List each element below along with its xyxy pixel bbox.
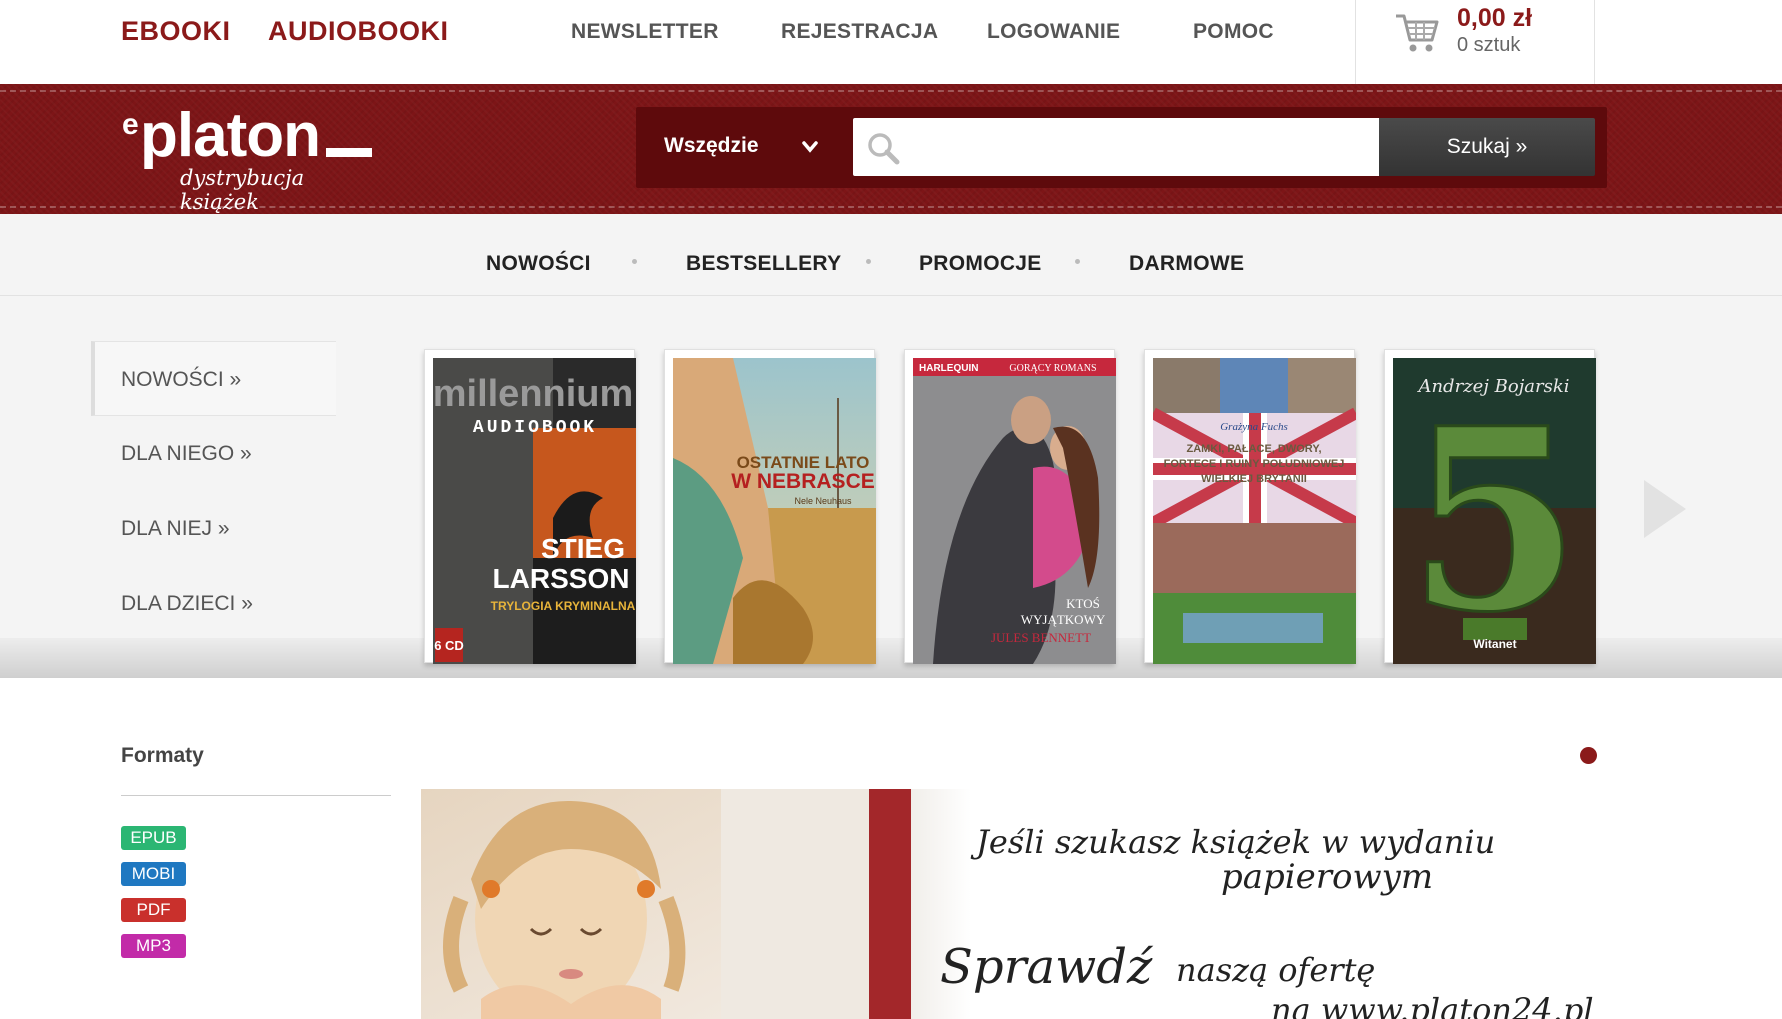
showcase-category-dla-niej[interactable]: DLA NIEJ » — [91, 491, 336, 566]
book-showcase: NOWOŚCI » DLA NIEGO » DLA NIEJ » DLA DZI… — [0, 296, 1782, 678]
registration-link[interactable]: REJESTRACJA — [781, 20, 938, 44]
carousel-next-arrow-icon[interactable] — [1640, 478, 1690, 540]
banner-line-3a: Sprawdź — [940, 939, 1153, 995]
chevron-down-icon — [802, 141, 818, 153]
book-cover-text: millennium — [433, 373, 633, 415]
format-badge-pdf[interactable]: PDF — [121, 898, 186, 922]
logo-name: platon — [140, 101, 321, 170]
cart-total: 0,00 zł — [1457, 4, 1533, 32]
book-cover-text: LARSSON — [493, 563, 630, 594]
book-cover: OSTATNIE LATO W NEBRASCE Nele Neuhaus — [673, 358, 876, 664]
logo-prefix: e — [122, 108, 139, 141]
cart-count: 0 sztuk — [1457, 34, 1521, 56]
book-cover-text: HARLEQUIN — [919, 363, 978, 374]
search-scope-dropdown[interactable]: Wszędzie — [636, 107, 853, 188]
promo-banner[interactable]: Jeśli szukasz książek w wydaniu papierow… — [421, 789, 1596, 1019]
top-bar: EBOOKI AUDIOBOOKI NEWSLETTER REJESTRACJA… — [0, 0, 1782, 84]
cart-widget[interactable]: 0,00 zł 0 sztuk — [1355, 0, 1595, 84]
banner-line-2: papierowym — [1221, 857, 1434, 897]
book-card[interactable]: Andrzej Bojarski 5 Witanet — [1384, 349, 1596, 664]
book-cover: Grażyna Fuchs ZAMKI, PAŁACE, DWORY, FORT… — [1153, 358, 1356, 664]
tab-darmowe[interactable]: DARMOWE — [1129, 252, 1244, 276]
nav-separator — [632, 259, 637, 264]
formats-title: Formaty — [121, 744, 204, 767]
search-input[interactable] — [853, 118, 1379, 176]
header: e platon dystrybucja książek Wszędzie Sz… — [0, 84, 1782, 214]
book-cover: millennium AUDIOBOOK STIEG LARSSON TRYLO… — [433, 358, 636, 664]
format-badge-mobi[interactable]: MOBI — [121, 862, 186, 886]
nav-separator — [1075, 259, 1080, 264]
book-cover-text: Witanet — [1473, 637, 1516, 651]
tab-promocje[interactable]: PROMOCJE — [919, 252, 1042, 276]
book-cover-text: ZAMKI, PAŁACE, DWORY, — [1186, 443, 1321, 455]
showcase-category-nowosci[interactable]: NOWOŚCI » — [91, 341, 336, 416]
book-cover-text: W NEBRASCE — [731, 470, 875, 493]
logo-underscore — [326, 148, 372, 157]
book-card[interactable]: OSTATNIE LATO W NEBRASCE Nele Neuhaus — [664, 349, 876, 664]
banner-stripe — [869, 789, 911, 1019]
ebooki-link[interactable]: EBOOKI — [121, 16, 231, 47]
book-cover-text: WIELKIEJ BRYTANII — [1201, 473, 1307, 485]
category-nav: NOWOŚCI BESTSELLERY PROMOCJE DARMOWE — [0, 214, 1782, 296]
book-cover-text: Nele Neuhaus — [794, 496, 852, 506]
book-cover: Andrzej Bojarski 5 Witanet — [1393, 358, 1596, 664]
format-badge-mp3[interactable]: MP3 — [121, 934, 186, 958]
book-cover-text: FORTECE I RUINY POŁUDNIOWEJ — [1164, 458, 1345, 470]
login-link[interactable]: LOGOWANIE — [987, 20, 1120, 44]
logo-tagline: dystrybucja książek — [180, 166, 305, 214]
help-link[interactable]: POMOC — [1193, 20, 1274, 44]
book-cover-text: JULES BENNETT — [991, 630, 1091, 645]
newsletter-link[interactable]: NEWSLETTER — [571, 20, 719, 44]
cart-icon — [1396, 14, 1439, 52]
tab-bestsellery[interactable]: BESTSELLERY — [686, 252, 841, 276]
book-cover-text: AUDIOBOOK — [473, 418, 597, 438]
book-cover-text: KTOŚ — [1066, 596, 1100, 611]
book-cover-text: TRYLOGIA KRYMINALNA — [491, 599, 636, 613]
banner-line-1: Jeśli szukasz książek w wydaniu — [976, 823, 1496, 861]
showcase-categories: NOWOŚCI » DLA NIEGO » DLA NIEJ » DLA DZI… — [91, 341, 336, 641]
book-cover-text: 6 CD — [434, 638, 464, 653]
audiobooki-link[interactable]: AUDIOBOOKI — [268, 16, 449, 47]
banner-line-4: na www.platon24.pl — [1271, 991, 1594, 1019]
book-cover-text: WYJĄTKOWY — [1021, 612, 1106, 627]
search-scope-value: Wszędzie — [664, 134, 759, 157]
book-cover: HARLEQUIN GORĄCY ROMANS KTOŚ WYJĄTKOWY J… — [913, 358, 1116, 664]
child-reading-image — [421, 789, 869, 1019]
book-card[interactable]: HARLEQUIN GORĄCY ROMANS KTOŚ WYJĄTKOWY J… — [904, 349, 1116, 664]
book-cover-text: GORĄCY ROMANS — [1009, 363, 1096, 374]
showcase-category-dla-dzieci[interactable]: DLA DZIECI » — [91, 566, 336, 641]
book-cover-text: Grażyna Fuchs — [1220, 421, 1288, 433]
search-button[interactable]: Szukaj » — [1379, 118, 1595, 176]
book-card[interactable]: millennium AUDIOBOOK STIEG LARSSON TRYLO… — [424, 349, 636, 664]
slider-dot[interactable] — [1580, 747, 1597, 764]
search-bar: Wszędzie Szukaj » — [636, 107, 1607, 188]
logo[interactable]: e platon dystrybucja książek — [118, 101, 378, 214]
book-card[interactable]: Grażyna Fuchs ZAMKI, PAŁACE, DWORY, FORT… — [1144, 349, 1356, 664]
nav-separator — [866, 259, 871, 264]
book-cover-text: STIEG — [541, 533, 625, 564]
showcase-category-dla-niego[interactable]: DLA NIEGO » — [91, 416, 336, 491]
search-icon — [868, 133, 900, 165]
format-badge-epub[interactable]: EPUB — [121, 826, 186, 850]
banner-line-3b: naszą ofertę — [1176, 951, 1376, 989]
divider — [121, 795, 391, 796]
tab-nowosci[interactable]: NOWOŚCI — [486, 252, 591, 276]
